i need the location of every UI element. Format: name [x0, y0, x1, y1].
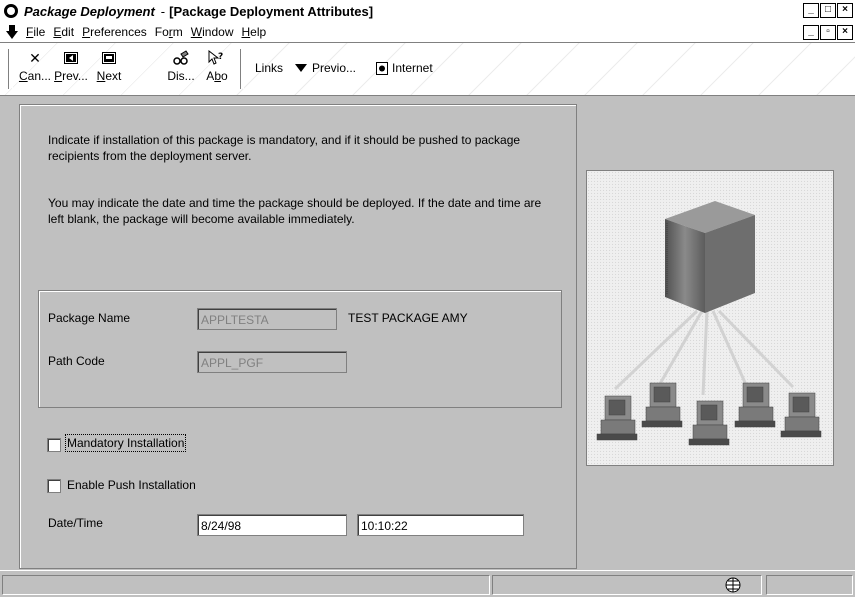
date-field[interactable]: 8/24/98	[197, 514, 347, 536]
globe-icon	[725, 577, 741, 593]
previous-link[interactable]: Previo...	[295, 61, 356, 75]
status-bar	[0, 570, 855, 597]
cancel-label: Can...	[18, 69, 52, 83]
document-title: [Package Deployment Attributes]	[169, 3, 374, 19]
toolbar: ✕ Can... Prev... Next Dis... ? Abo Links…	[0, 43, 855, 96]
app-window: Package Deployment - [Package Deployment…	[0, 0, 855, 597]
client-computer-icon	[641, 382, 683, 428]
menu-edit[interactable]: Edit	[53, 25, 74, 39]
toolbar-separator	[240, 49, 244, 89]
package-name-field[interactable]: APPLTESTA	[197, 308, 337, 330]
status-message-cell	[2, 575, 490, 595]
client-computer-icon	[734, 382, 776, 428]
next-button[interactable]: Next	[92, 47, 126, 91]
menu-file[interactable]: File	[26, 25, 45, 39]
app-title: Package Deployment	[24, 3, 155, 19]
title-bar: Package Deployment - [Package Deployment…	[0, 0, 855, 22]
package-description: TEST PACKAGE AMY	[348, 311, 468, 325]
next-icon	[102, 52, 116, 64]
client-computer-icon	[780, 392, 822, 438]
push-checkbox[interactable]	[47, 479, 61, 493]
display-button[interactable]: Dis...	[164, 47, 198, 91]
server-clients-icon	[596, 201, 822, 446]
close-icon: ✕	[29, 49, 41, 66]
minimize-button[interactable]: _	[803, 3, 819, 18]
triangle-down-icon	[295, 64, 307, 72]
time-field[interactable]: 10:10:22	[357, 514, 524, 536]
status-cell-2	[492, 575, 762, 595]
doc-restore-button[interactable]: ▫	[820, 25, 836, 40]
next-label: Next	[96, 69, 122, 83]
menu-window[interactable]: Window	[191, 25, 234, 39]
path-code-label: Path Code	[48, 354, 105, 368]
links-menu[interactable]: Links	[255, 61, 283, 75]
previous-label: Prev...	[54, 69, 88, 83]
client-computers	[596, 382, 822, 446]
menu-help[interactable]: Help	[241, 25, 266, 39]
previous-button[interactable]: Prev...	[54, 47, 88, 91]
close-button[interactable]: ×	[837, 3, 853, 18]
menu-bar: File Edit Preferences Form Window Help _…	[0, 22, 855, 43]
about-button[interactable]: ? Abo	[200, 47, 234, 91]
package-name-label: Package Name	[48, 311, 131, 325]
menu-preferences[interactable]: Preferences	[82, 25, 147, 39]
links-label: Links	[255, 61, 284, 75]
status-cell-3	[766, 575, 853, 595]
display-icon	[173, 50, 189, 65]
document-window-controls: _ ▫ ×	[803, 25, 853, 40]
about-icon: ?	[208, 50, 223, 65]
path-code-field[interactable]: APPL_PGF	[197, 351, 347, 373]
document-icon	[376, 61, 388, 75]
cancel-button[interactable]: ✕ Can...	[18, 47, 52, 91]
app-logo-icon[interactable]	[4, 4, 18, 18]
doc-minimize-button[interactable]: _	[803, 25, 819, 40]
previous-link-label: Previo...	[312, 61, 357, 75]
instructions-datetime: You may indicate the date and time the p…	[48, 196, 542, 226]
doc-close-button[interactable]: ×	[837, 25, 853, 40]
toolbar-grip[interactable]	[8, 49, 13, 89]
datetime-label: Date/Time	[48, 516, 103, 530]
title-separator: -	[160, 3, 166, 19]
internet-label: Internet	[392, 61, 433, 75]
about-label: Abo	[206, 69, 228, 83]
internet-link[interactable]: Internet	[376, 61, 433, 75]
client-computer-icon	[688, 400, 730, 446]
svg-text:?: ?	[218, 52, 223, 62]
server-icon	[665, 201, 755, 313]
mandatory-checkbox[interactable]	[47, 438, 61, 452]
client-computer-icon	[596, 395, 638, 441]
maximize-button[interactable]: □	[820, 3, 836, 18]
mandatory-label[interactable]: Mandatory Installation	[64, 434, 187, 452]
menu-form[interactable]: Form	[155, 25, 183, 39]
document-arrow-icon[interactable]	[6, 25, 18, 39]
deployment-illustration	[586, 170, 834, 466]
push-label[interactable]: Enable Push Installation	[67, 478, 196, 492]
previous-icon	[64, 52, 78, 64]
display-label: Dis...	[167, 69, 195, 83]
instructions-mandatory: Indicate if installation of this package…	[48, 133, 521, 163]
window-controls: _ □ ×	[803, 3, 853, 18]
